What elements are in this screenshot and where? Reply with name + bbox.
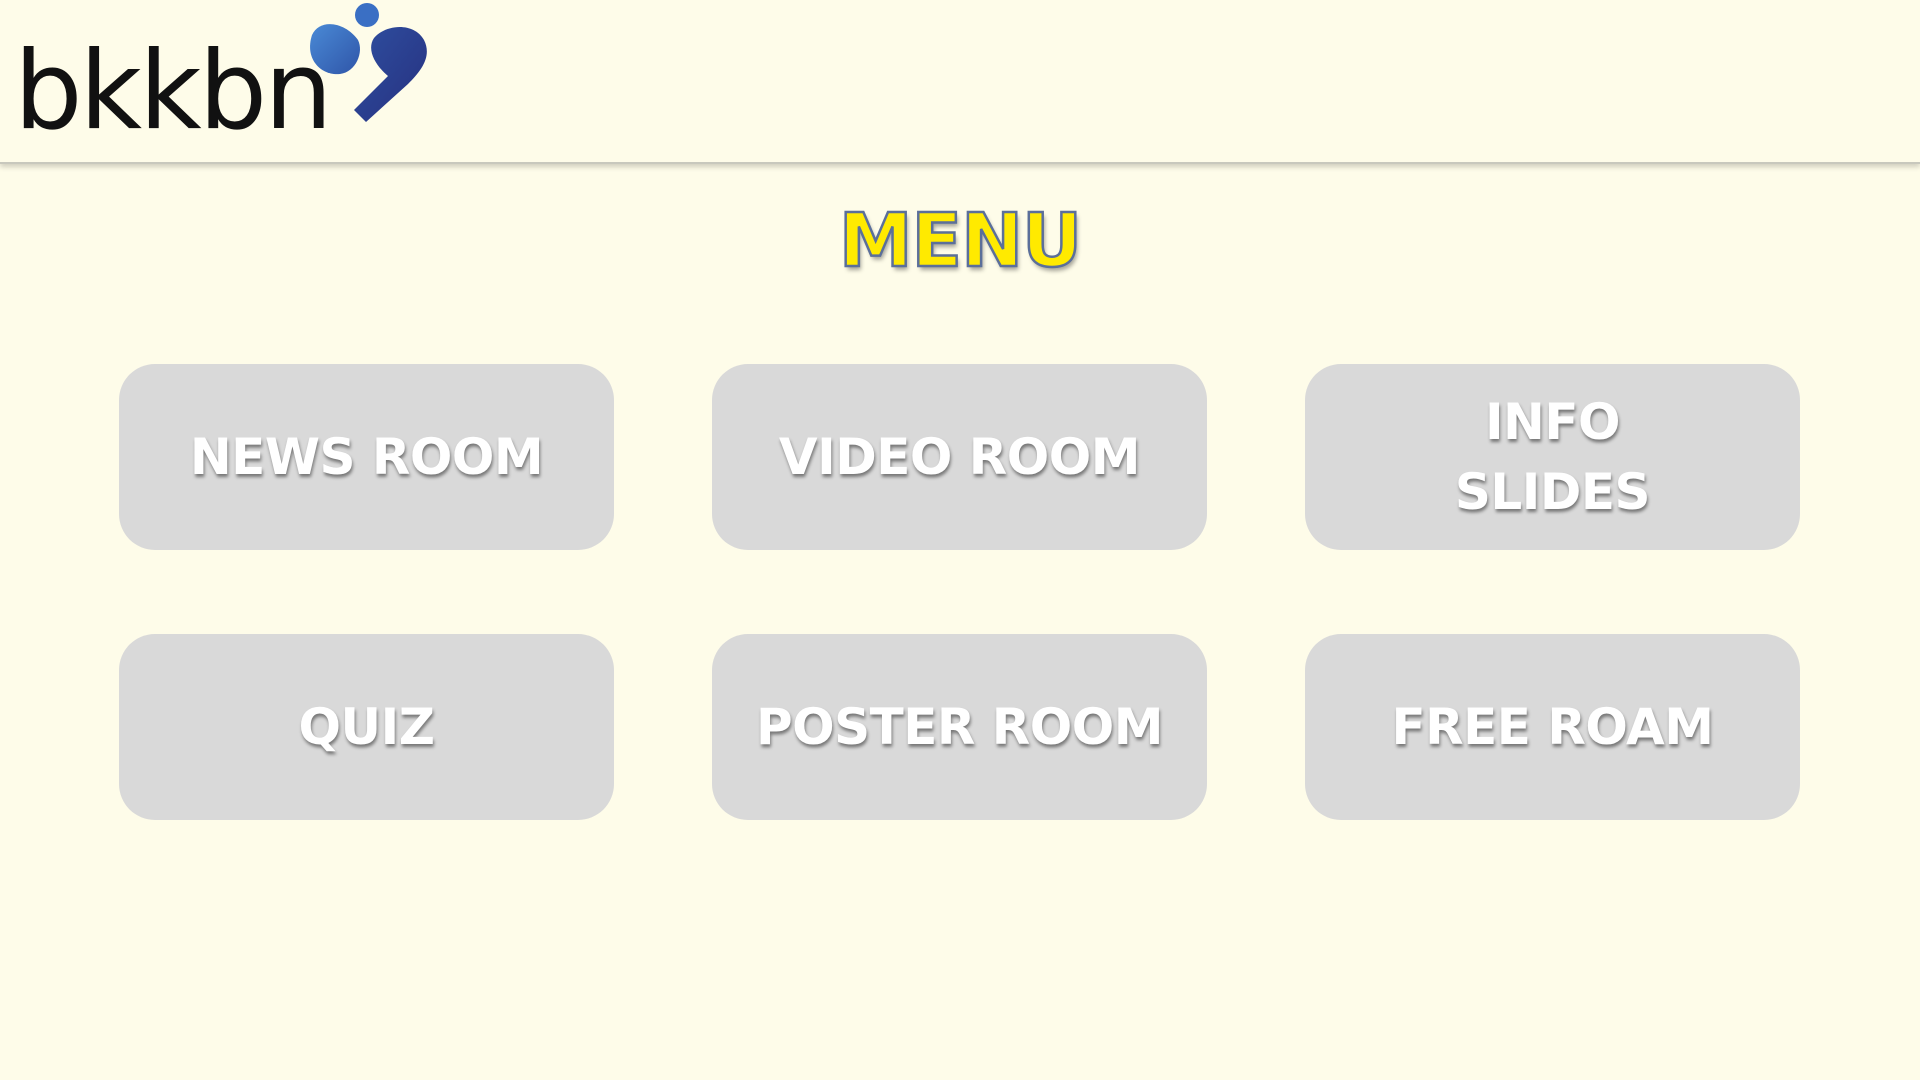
news-room-label: NEWS ROOM	[189, 428, 544, 486]
quiz-button[interactable]: QUIZ	[119, 634, 614, 820]
info-slides-button[interactable]: INFO SLIDES	[1305, 364, 1800, 550]
free-roam-label: FREE ROAM	[1391, 698, 1715, 756]
poster-room-label: POSTER ROOM	[755, 698, 1164, 756]
free-roam-button[interactable]: FREE ROAM	[1305, 634, 1800, 820]
poster-room-button[interactable]: POSTER ROOM	[712, 634, 1207, 820]
info-slides-label: INFO SLIDES	[1454, 393, 1651, 521]
quiz-label: QUIZ	[298, 698, 435, 756]
news-room-button[interactable]: NEWS ROOM	[119, 364, 614, 550]
video-room-button[interactable]: VIDEO ROOM	[712, 364, 1207, 550]
video-room-label: VIDEO ROOM	[778, 428, 1141, 486]
menu-grid: NEWS ROOM VIDEO ROOM INFO SLIDES QUIZ PO…	[0, 0, 1920, 1080]
